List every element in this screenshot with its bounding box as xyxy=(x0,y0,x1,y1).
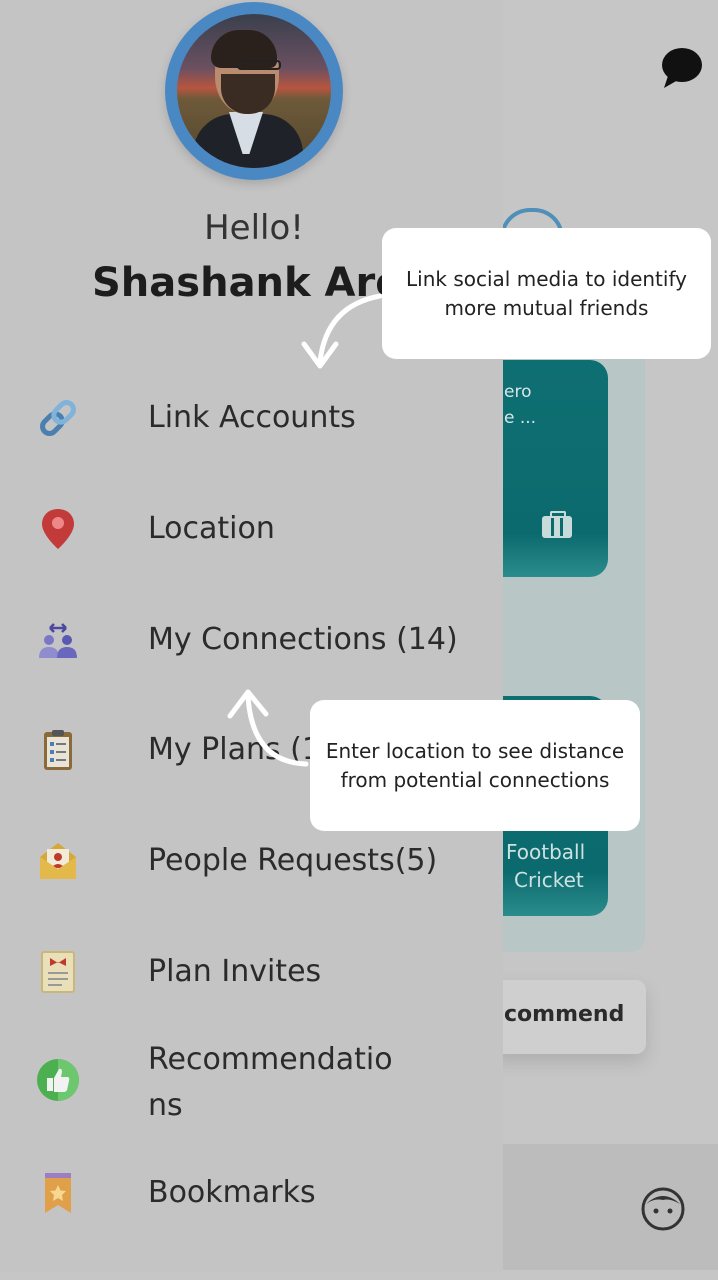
menu-item-recommendations[interactable]: Recommendatio ns xyxy=(0,1038,503,1138)
card-text-1: ero xyxy=(504,382,532,402)
card-text-2: e ... xyxy=(504,408,537,428)
sport-cricket: Cricket xyxy=(514,868,584,892)
tooltip-location: Enter location to see distance from pote… xyxy=(310,700,640,831)
link-icon xyxy=(40,400,76,436)
menu-label-link-accounts: Link Accounts xyxy=(148,400,356,435)
avatar[interactable] xyxy=(165,2,343,180)
navigation-drawer: Hello! Shashank Aror Link Accounts Locat… xyxy=(0,0,503,1272)
recommend-button: commend xyxy=(490,980,646,1054)
avatar-photo xyxy=(177,14,331,168)
sport-football: Football xyxy=(506,840,586,864)
invite-card-icon xyxy=(41,951,75,993)
menu-item-bookmarks[interactable]: Bookmarks xyxy=(0,1171,503,1251)
clipboard-icon xyxy=(44,730,72,770)
tooltip-arrow-down-icon xyxy=(301,293,383,369)
thumbs-up-icon xyxy=(37,1059,79,1101)
menu-label-plan-invites: Plan Invites xyxy=(148,954,322,989)
menu-label-bookmarks: Bookmarks xyxy=(148,1175,316,1210)
menu-label-people-requests: People Requests(5) xyxy=(148,843,438,878)
profile-face-icon[interactable] xyxy=(640,1186,686,1232)
briefcase-icon xyxy=(542,511,572,538)
recommend-label: commend xyxy=(504,1002,625,1027)
tooltip-link-accounts: Link social media to identify more mutua… xyxy=(382,228,711,359)
menu-label-location: Location xyxy=(148,511,275,546)
envelope-request-icon xyxy=(40,843,76,879)
background-plan-card: ero e ... xyxy=(490,360,608,577)
chat-icon[interactable] xyxy=(660,46,704,90)
menu-item-plan-invites[interactable]: Plan Invites xyxy=(0,950,503,1030)
menu-label-recommendations-line1: Recommendatio xyxy=(148,1042,393,1077)
menu-item-link-accounts[interactable]: Link Accounts xyxy=(0,396,503,476)
tooltip-link-accounts-text: Link social media to identify more mutua… xyxy=(406,266,687,320)
location-pin-icon xyxy=(42,509,74,549)
bookmark-icon xyxy=(45,1173,71,1213)
menu-label-my-connections: My Connections (14) xyxy=(148,622,458,657)
tooltip-location-text: Enter location to see distance from pote… xyxy=(325,738,625,792)
connections-icon xyxy=(39,623,77,658)
menu-item-people-requests[interactable]: People Requests(5) xyxy=(0,839,503,919)
tooltip-arrow-up-icon xyxy=(227,689,309,767)
menu-label-recommendations-line2: ns xyxy=(148,1088,183,1123)
menu-item-location[interactable]: Location xyxy=(0,507,503,587)
